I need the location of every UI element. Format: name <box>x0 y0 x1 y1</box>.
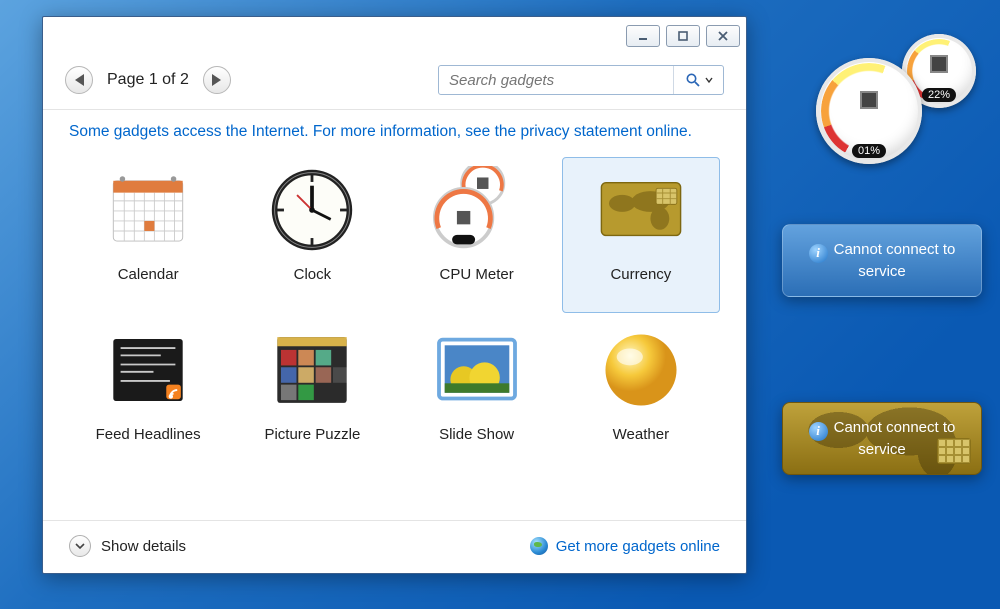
globe-icon <box>530 537 548 555</box>
info-icon: i <box>809 244 828 263</box>
gadget-cpu-meter[interactable]: CPU Meter <box>398 157 556 313</box>
chevron-down-icon <box>705 76 713 84</box>
show-details-toggle[interactable]: Show details <box>69 535 186 557</box>
gadget-picture-puzzle[interactable]: Picture Puzzle <box>233 317 391 473</box>
desktop-cpu-meter-gadget[interactable]: 22% 01% <box>816 34 976 164</box>
chevron-down-icon <box>69 535 91 557</box>
gadget-label: Currency <box>610 266 671 283</box>
gadget-label: Weather <box>613 426 669 443</box>
gadget-calendar[interactable]: Calendar <box>69 157 227 313</box>
gadget-label: Slide Show <box>439 426 514 443</box>
ram-percent: 22% <box>922 88 956 102</box>
weather-icon <box>595 324 687 416</box>
prev-page-button[interactable] <box>65 66 93 94</box>
calendar-icon <box>102 164 194 256</box>
chevron-left-icon <box>75 74 84 86</box>
get-more-label: Get more gadgets online <box>556 538 720 555</box>
maximize-button[interactable] <box>666 25 700 47</box>
close-icon <box>717 30 729 42</box>
gadget-grid: Calendar Clock <box>69 157 720 473</box>
chevron-right-icon <box>212 74 221 86</box>
feed-icon <box>102 324 194 416</box>
desktop-currency-gadget[interactable]: iCannot connect to service <box>782 402 982 475</box>
gadget-label: Calendar <box>118 266 179 283</box>
privacy-info-link[interactable]: Some gadgets access the Internet. For mo… <box>69 122 720 143</box>
maximize-icon <box>677 30 689 42</box>
info-icon: i <box>809 422 828 441</box>
gadget-label: Clock <box>294 266 332 283</box>
desktop-weather-gadget[interactable]: iCannot connect to service <box>782 224 982 297</box>
gadget-slide-show[interactable]: Slide Show <box>398 317 556 473</box>
gadget-clock[interactable]: Clock <box>233 157 391 313</box>
search-input[interactable] <box>439 72 673 89</box>
weather-status-text: iCannot connect to service <box>793 241 971 280</box>
cpu-chip-icon <box>860 91 878 109</box>
gadget-feed-headlines[interactable]: Feed Headlines <box>69 317 227 473</box>
page-indicator: Page 1 of 2 <box>107 71 189 89</box>
search-box[interactable] <box>438 65 724 95</box>
gadget-label: Feed Headlines <box>96 426 201 443</box>
window-titlebar <box>43 17 746 51</box>
cpu-meter-icon <box>431 164 523 256</box>
close-button[interactable] <box>706 25 740 47</box>
window-footer: Show details Get more gadgets online <box>43 520 746 573</box>
currency-icon <box>595 164 687 256</box>
clock-icon <box>266 164 358 256</box>
next-page-button[interactable] <box>203 66 231 94</box>
puzzle-icon <box>266 324 358 416</box>
minimize-button[interactable] <box>626 25 660 47</box>
minimize-icon <box>637 30 649 42</box>
gadget-currency[interactable]: Currency <box>562 157 720 313</box>
search-icon <box>685 72 701 88</box>
toolbar: Page 1 of 2 <box>43 51 746 110</box>
pager: Page 1 of 2 <box>65 66 231 94</box>
get-more-gadgets-link[interactable]: Get more gadgets online <box>530 537 720 555</box>
slideshow-icon <box>431 324 523 416</box>
gadget-gallery-window: Page 1 of 2 Some gadgets access the Inte… <box>42 16 747 574</box>
cpu-dial: 01% <box>816 58 922 164</box>
search-submit[interactable] <box>673 66 723 94</box>
cpu-percent: 01% <box>852 144 886 158</box>
gadget-label: Picture Puzzle <box>264 426 360 443</box>
show-details-label: Show details <box>101 538 186 555</box>
currency-status-text: iCannot connect to service <box>793 419 971 458</box>
gadget-label: CPU Meter <box>440 266 514 283</box>
gadget-weather[interactable]: Weather <box>562 317 720 473</box>
ram-chip-icon <box>930 55 948 73</box>
